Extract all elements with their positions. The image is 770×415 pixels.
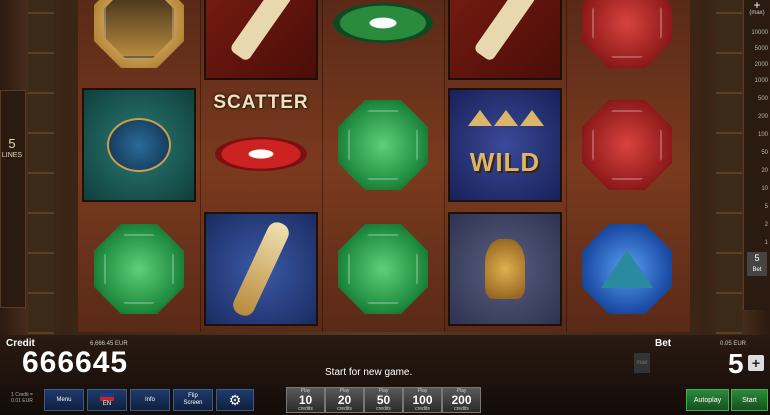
bet-scale-current-value: 5	[754, 253, 760, 263]
settings-button[interactable]: ⚙	[216, 389, 254, 411]
symbol-scarab	[80, 86, 198, 204]
play-button-bottom: credits	[298, 406, 313, 412]
lines-label: LINES	[1, 152, 23, 159]
symbol-scatter: SCATTER	[202, 86, 320, 204]
bet-scale-item[interactable]: 2000	[746, 62, 768, 68]
slot-game: SCATTER WILD 5 LINES + (max) 10000 5000 …	[0, 0, 770, 415]
play-button-bottom: credits	[415, 406, 430, 412]
bet-scale-item[interactable]: 10000	[746, 30, 768, 36]
symbol-pyramid	[568, 210, 686, 328]
bet-scale-item[interactable]: 10	[746, 186, 768, 192]
play-button-bottom: credits	[454, 406, 469, 412]
play-10-button[interactable]: Play 10 credits	[286, 387, 325, 413]
flip-screen-line1: Flip	[188, 393, 198, 399]
scatter-label: SCATTER	[213, 92, 309, 113]
reel-1	[78, 0, 201, 332]
symbol-nefertiti	[80, 210, 198, 328]
lines-count: 5	[8, 136, 16, 151]
credit-value: 666645	[22, 346, 129, 379]
bet-scale-item[interactable]: 1000	[746, 78, 768, 84]
reel-3	[322, 0, 445, 332]
bet-scale-item[interactable]: 500	[746, 96, 768, 102]
bet-scale-current-label: Bet	[752, 267, 762, 273]
bet-scale-item[interactable]: 5	[746, 204, 768, 210]
symbol-papyrus	[446, 0, 564, 82]
status-message: Start for new game.	[325, 367, 413, 378]
symbol-feather	[202, 210, 320, 328]
bet-scale-item[interactable]: 5000	[746, 46, 768, 52]
flip-screen-line2: Screen	[183, 400, 203, 406]
bet-scale-item[interactable]: 200	[746, 114, 768, 120]
bet-scale-item[interactable]: 2	[746, 222, 768, 228]
play-button-value: 10	[298, 393, 313, 407]
left-pillar	[28, 0, 54, 335]
reel-2: SCATTER	[200, 0, 323, 332]
bet-label: Bet	[655, 338, 672, 349]
play-button-value: 20	[337, 393, 352, 407]
info-button[interactable]: Info	[130, 389, 170, 411]
play-200-button[interactable]: Play 200 credits	[442, 387, 481, 413]
bet-eur: 0.05 EUR	[720, 341, 747, 347]
bet-scale-item[interactable]: 20	[746, 168, 768, 174]
credit-rate-line2: 0.01 EUR	[11, 398, 33, 404]
bet-scale-item[interactable]: 1	[746, 240, 768, 246]
flag-icon	[100, 393, 114, 401]
wild-label: WILD	[469, 146, 541, 177]
symbol-nefertiti	[324, 210, 442, 328]
flip-screen-button[interactable]: Flip Screen	[173, 389, 213, 411]
bet-scale-current[interactable]: 5 Bet	[747, 252, 767, 276]
reel-5	[566, 0, 688, 332]
symbol-pharaoh	[80, 0, 198, 82]
reel-4: WILD	[444, 0, 567, 332]
play-20-button[interactable]: Play 20 credits	[325, 387, 364, 413]
bet-max-button[interactable]: max	[634, 353, 650, 373]
autoplay-button[interactable]: Autoplay	[686, 389, 729, 411]
play-button-value: 200	[451, 393, 472, 407]
symbol-anubis	[446, 210, 564, 328]
language-label: EN	[102, 401, 112, 407]
play-100-button[interactable]: Play 100 credits	[403, 387, 442, 413]
symbol-papyrus	[202, 0, 320, 82]
play-button-bottom: credits	[376, 406, 391, 412]
reels-area: SCATTER WILD	[78, 0, 690, 332]
language-button[interactable]: EN	[87, 389, 127, 411]
start-button[interactable]: Start	[731, 389, 768, 411]
bet-value: 5	[728, 348, 744, 379]
symbol-red-scarab	[568, 86, 686, 204]
bet-scale-item[interactable]: 100	[746, 132, 768, 138]
bet-scale-plus-button[interactable]: +	[747, 0, 767, 11]
bet-plus-button[interactable]: +	[748, 355, 764, 371]
play-button-value: 100	[412, 393, 433, 407]
bet-scale-max-label: (max)	[749, 10, 765, 16]
lines-sidebar	[0, 90, 26, 308]
menu-button[interactable]: Menu	[44, 389, 84, 411]
credit-rate: 1 Credit = 0.01 EUR	[2, 392, 42, 404]
bet-scale-item[interactable]: 50	[746, 150, 768, 156]
gear-icon: ⚙	[228, 391, 242, 408]
play-button-value: 50	[376, 393, 391, 407]
symbol-wild: WILD	[446, 86, 564, 204]
right-pillar	[716, 0, 742, 335]
symbol-red-scarab	[568, 0, 686, 82]
play-button-bottom: credits	[337, 406, 352, 412]
symbol-eye-of-horus	[324, 0, 442, 82]
symbol-nefertiti	[324, 86, 442, 204]
play-50-button[interactable]: Play 50 credits	[364, 387, 403, 413]
